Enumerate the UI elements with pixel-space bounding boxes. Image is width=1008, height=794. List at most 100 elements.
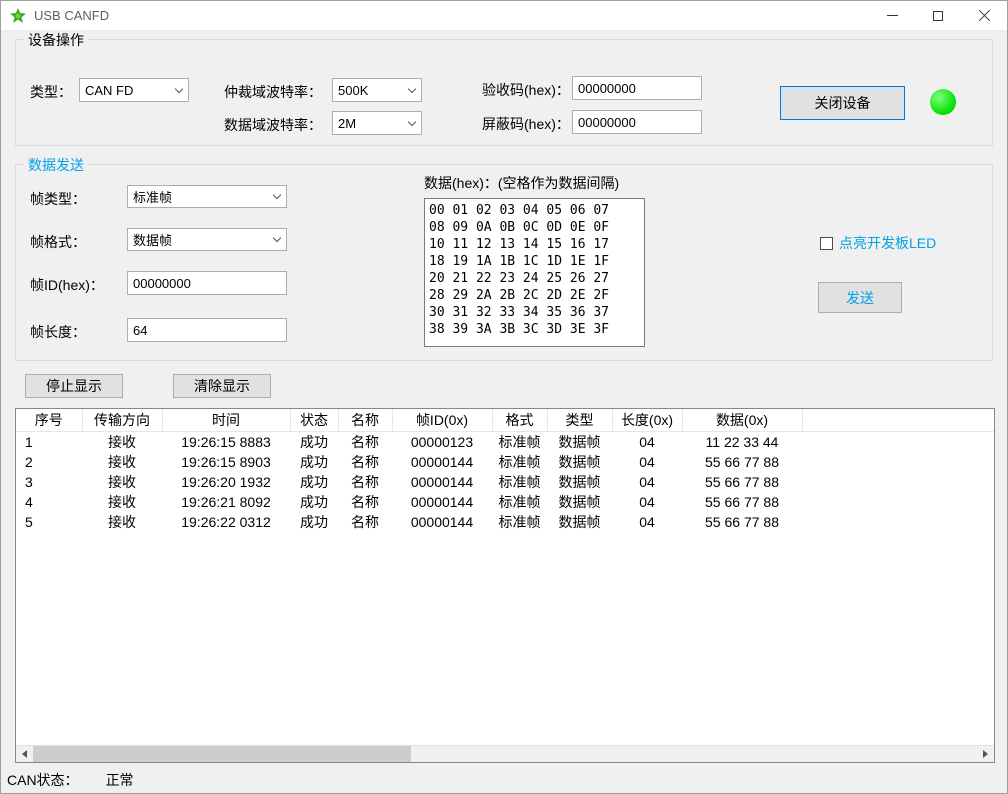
column-header[interactable]: 序号 (16, 409, 82, 431)
table-cell: 数据帧 (547, 492, 612, 512)
table-body: 1接收19:26:15 8883成功名称00000123标准帧数据帧0411 2… (16, 431, 994, 532)
arb-baud-select-value: 500K (338, 83, 368, 98)
table-cell: 19:26:15 8883 (162, 431, 290, 452)
table-row[interactable]: 3接收19:26:20 1932成功名称00000144标准帧数据帧0455 6… (16, 472, 994, 492)
data-baud-select-value: 2M (338, 116, 356, 131)
table-cell: 名称 (338, 492, 392, 512)
column-header[interactable]: 状态 (290, 409, 338, 431)
device-operation-group: 设备操作 类型： CAN FD 仲裁域波特率： 500K 验收码(hex)： 关… (15, 39, 993, 146)
table-cell: 成功 (290, 472, 338, 492)
close-device-button[interactable]: 关闭设备 (780, 86, 905, 120)
frame-id-label: 帧ID(hex)： (30, 275, 104, 295)
send-button[interactable]: 发送 (818, 282, 902, 313)
arb-baud-label: 仲裁域波特率： (224, 82, 322, 102)
table-cell: 接收 (82, 512, 162, 532)
table-cell: 04 (612, 431, 682, 452)
table-cell-filler (802, 492, 994, 512)
column-header-filler (802, 409, 994, 431)
maximize-icon (933, 11, 943, 21)
table-cell: 数据帧 (547, 431, 612, 452)
scrollbar-track[interactable] (411, 746, 977, 762)
table-cell: 成功 (290, 492, 338, 512)
send-data-label: 数据(hex)：(空格作为数据间隔) (424, 173, 619, 193)
frame-format-select[interactable]: 数据帧 (127, 228, 287, 251)
table-cell: 接收 (82, 472, 162, 492)
triangle-left-icon (22, 750, 27, 758)
triangle-right-icon (983, 750, 988, 758)
table-row[interactable]: 5接收19:26:22 0312成功名称00000144标准帧数据帧0455 6… (16, 512, 994, 532)
horizontal-scrollbar[interactable] (16, 745, 994, 762)
scrollbar-thumb[interactable] (33, 746, 411, 762)
table-cell: 接收 (82, 452, 162, 472)
table-cell-filler (802, 512, 994, 532)
column-header[interactable]: 时间 (162, 409, 290, 431)
table-cell: 名称 (338, 452, 392, 472)
led-checkbox-label: 点亮开发板LED (839, 233, 936, 253)
table-row[interactable]: 2接收19:26:15 8903成功名称00000144标准帧数据帧0455 6… (16, 452, 994, 472)
table-cell: 55 66 77 88 (682, 512, 802, 532)
frame-format-label: 帧格式： (30, 232, 86, 252)
arb-baud-select[interactable]: 500K (332, 78, 422, 102)
table-cell: 标准帧 (492, 472, 547, 492)
window-title: USB CANFD (34, 8, 109, 23)
clear-display-button[interactable]: 清除显示 (173, 374, 271, 398)
table-cell: 5 (16, 512, 82, 532)
table-cell: 标准帧 (492, 512, 547, 532)
column-header[interactable]: 数据(0x) (682, 409, 802, 431)
column-header[interactable]: 传输方向 (82, 409, 162, 431)
minimize-button[interactable] (869, 1, 915, 30)
app-window: USB CANFD 设备操作 类型： CAN FD 仲裁域波特率： 500K 验… (0, 0, 1008, 794)
can-status-value: 正常 (106, 770, 134, 790)
stop-display-button[interactable]: 停止显示 (25, 374, 123, 398)
table-cell: 00000144 (392, 452, 492, 472)
scroll-right-button[interactable] (977, 746, 994, 762)
led-checkbox[interactable] (820, 237, 833, 250)
frame-length-label: 帧长度： (30, 322, 86, 342)
table-row[interactable]: 4接收19:26:21 8092成功名称00000144标准帧数据帧0455 6… (16, 492, 994, 512)
table-cell: 19:26:15 8903 (162, 452, 290, 472)
table-cell: 00000123 (392, 431, 492, 452)
frame-id-input[interactable] (127, 271, 287, 295)
table-cell: 名称 (338, 512, 392, 532)
column-header[interactable]: 格式 (492, 409, 547, 431)
table-cell: 名称 (338, 472, 392, 492)
table-cell: 4 (16, 492, 82, 512)
table-cell: 00000144 (392, 512, 492, 532)
chevron-down-icon (268, 195, 286, 198)
column-header[interactable]: 帧ID(0x) (392, 409, 492, 431)
column-header[interactable]: 类型 (547, 409, 612, 431)
column-header[interactable]: 名称 (338, 409, 392, 431)
table-cell: 标准帧 (492, 492, 547, 512)
table-cell: 1 (16, 431, 82, 452)
table-cell: 00000144 (392, 492, 492, 512)
maximize-button[interactable] (915, 1, 961, 30)
table-cell: 2 (16, 452, 82, 472)
table-cell: 成功 (290, 512, 338, 532)
table-cell: 19:26:22 0312 (162, 512, 290, 532)
chevron-down-icon (170, 89, 188, 92)
message-table: 序号传输方向时间状态名称帧ID(0x)格式类型长度(0x)数据(0x) 1接收1… (15, 408, 995, 763)
table-cell: 04 (612, 512, 682, 532)
device-group-title: 设备操作 (24, 30, 88, 50)
table-cell: 11 22 33 44 (682, 431, 802, 452)
frame-type-select[interactable]: 标准帧 (127, 185, 287, 208)
send-data-input[interactable]: 00 01 02 03 04 05 06 07 08 09 0A 0B 0C 0… (424, 198, 645, 347)
data-baud-select[interactable]: 2M (332, 111, 422, 135)
mask-code-input[interactable] (572, 110, 702, 134)
chevron-down-icon (403, 122, 421, 125)
column-header[interactable]: 长度(0x) (612, 409, 682, 431)
table-row[interactable]: 1接收19:26:15 8883成功名称00000123标准帧数据帧0411 2… (16, 431, 994, 452)
table-cell: 数据帧 (547, 452, 612, 472)
frame-length-input[interactable] (127, 318, 287, 342)
type-select-value: CAN FD (85, 83, 133, 98)
frame-format-select-value: 数据帧 (133, 230, 172, 249)
close-button[interactable] (961, 1, 1007, 30)
statusbar: CAN状态： 正常 (7, 769, 134, 791)
app-icon (10, 8, 26, 24)
table-cell: 04 (612, 452, 682, 472)
send-group-title: 数据发送 (24, 155, 88, 175)
scroll-left-button[interactable] (16, 746, 33, 762)
accept-code-input[interactable] (572, 76, 702, 100)
type-select[interactable]: CAN FD (79, 78, 189, 102)
accept-code-label: 验收码(hex)： (482, 80, 570, 100)
